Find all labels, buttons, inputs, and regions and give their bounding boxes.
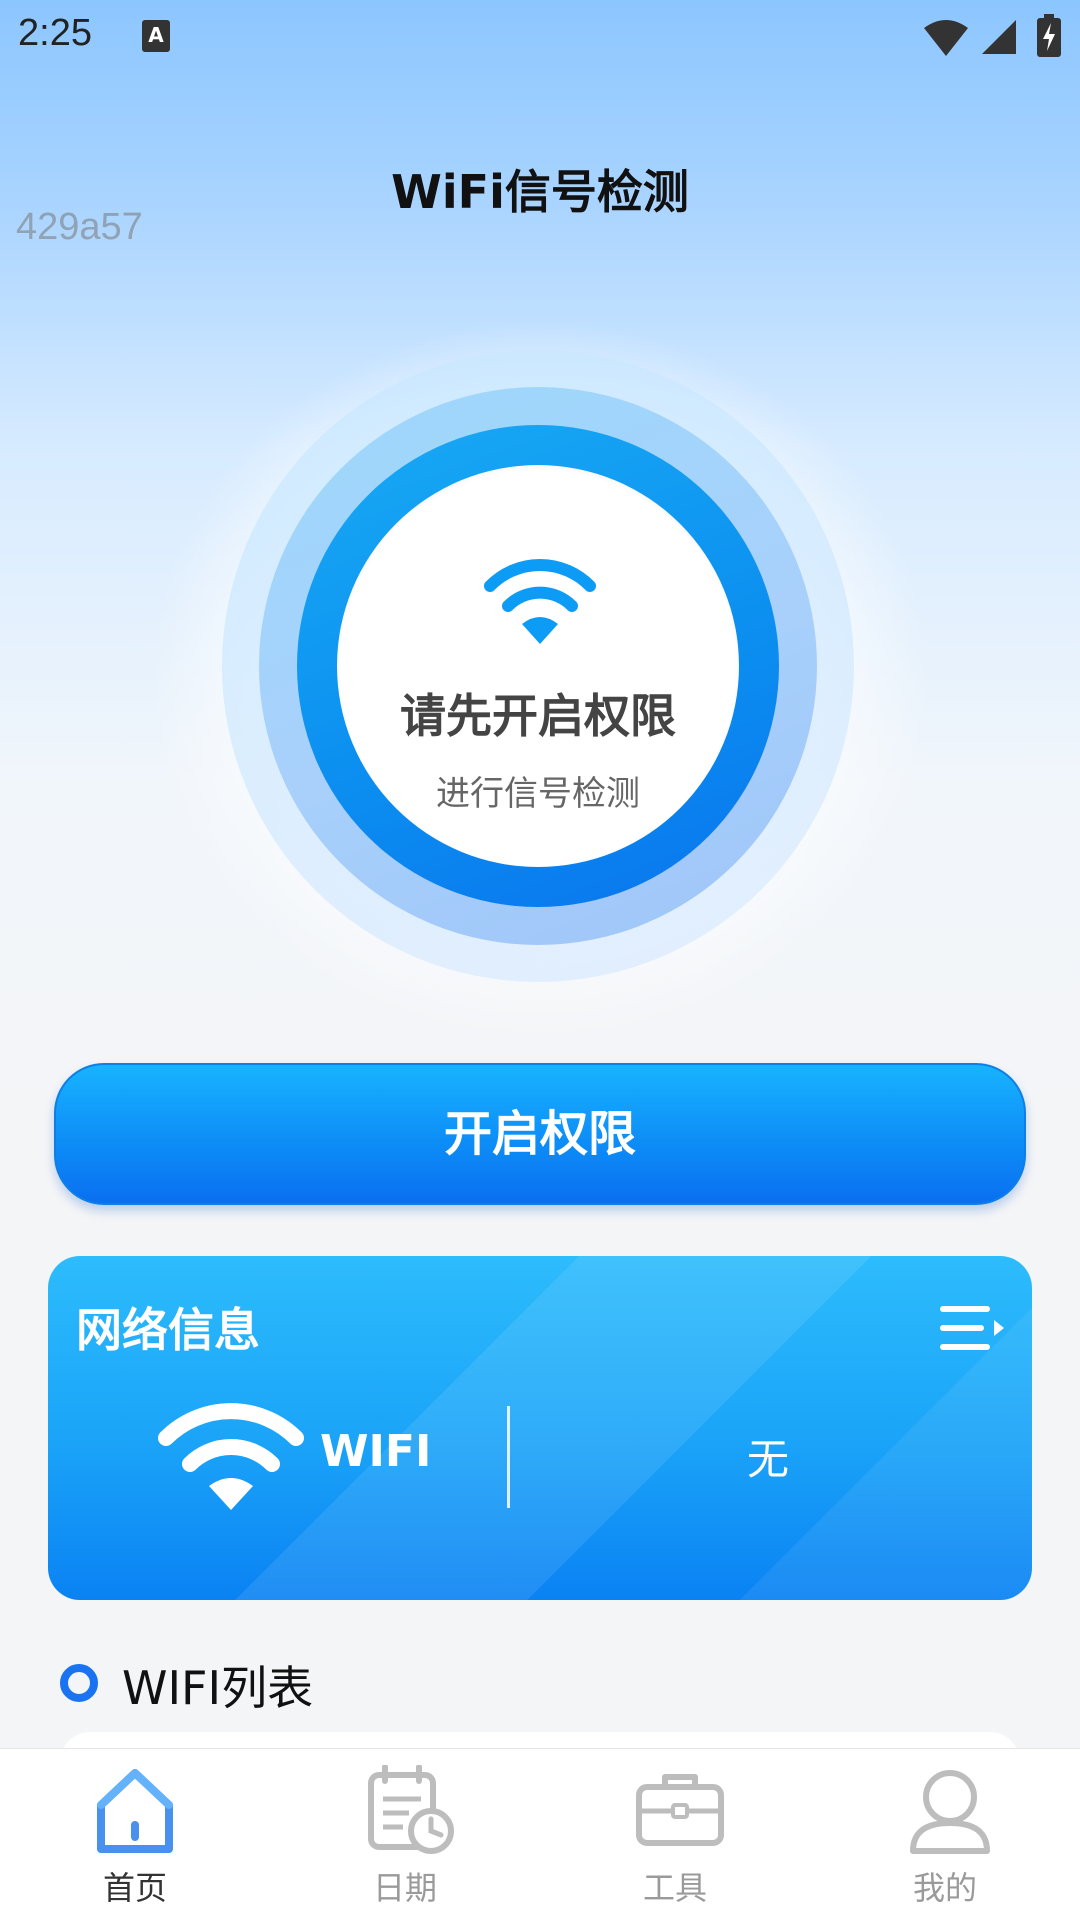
nav-item-home[interactable]: 首页 [0,1749,270,1920]
status-bar: 2:25 A [0,0,1080,80]
home-icon [97,1769,173,1853]
app-screen: 2:25 A WiFi信号检测 429a57 请先开启权限 进行信号检测 开启权… [0,0,1080,1920]
list-menu-icon[interactable] [940,1304,1004,1352]
nav-label-home: 首页 [102,1869,167,1907]
network-ssid-value: 无 [746,1435,789,1484]
nav-label-tools: 工具 [642,1869,707,1907]
grant-permission-button[interactable]: 开启权限 [54,1063,1026,1205]
status-time: 2:25 [18,12,92,54]
scan-subtitle: 进行信号检测 [436,774,640,814]
battery-charging-icon [1037,14,1061,57]
card-divider [507,1406,510,1508]
nav-label-calendar: 日期 [372,1869,437,1907]
network-info-card: 网络信息 WIFI 无 [48,1256,1032,1600]
calendar-clock-icon [368,1765,454,1854]
wifi-list-title: WIFI列表 [122,1661,314,1715]
nav-item-profile[interactable]: 我的 [810,1749,1080,1920]
page-title: WiFi信号检测 [391,165,689,219]
wifi-icon [924,20,968,56]
bullet-ring-icon [60,1664,98,1702]
scan-title: 请先开启权限 [400,689,676,743]
cell-signal-icon [982,20,1016,54]
notification-a-icon: A [142,20,170,52]
user-icon [910,1770,990,1854]
nav-label-profile: 我的 [912,1869,977,1907]
nav-item-tools[interactable]: 工具 [540,1749,810,1920]
bottom-nav: 首页 日期 工具 我的 [0,1748,1080,1920]
wifi-icon [158,1403,304,1510]
nav-item-calendar[interactable]: 日期 [270,1749,540,1920]
debug-tag: 429a57 [16,206,143,248]
network-card-title: 网络信息 [76,1303,260,1357]
toolbox-icon [636,1774,724,1846]
wifi-icon [484,558,596,644]
network-type-label: WIFI [320,1426,432,1477]
